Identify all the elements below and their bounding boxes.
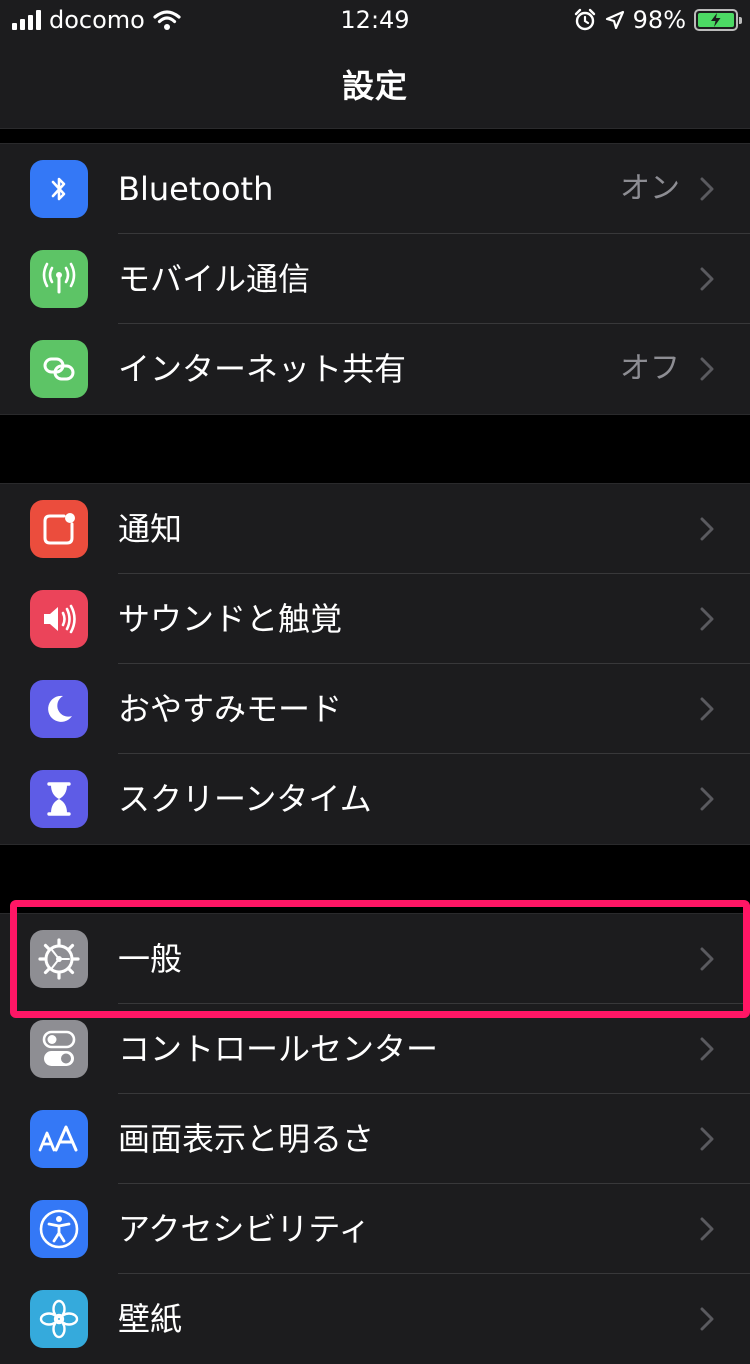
settings-row-do-not-disturb[interactable]: おやすみモード [0, 664, 750, 754]
settings-row-label: 壁紙 [118, 1300, 183, 1338]
settings-row-display-brightness[interactable]: 画面表示と明るさ [0, 1094, 750, 1184]
settings-row-label: おやすみモード [118, 690, 343, 728]
navigation-bar: 設定 [0, 40, 750, 129]
settings-row-screen-time[interactable]: スクリーンタイム [0, 754, 750, 844]
settings-row-label: インターネット共有 [118, 350, 407, 388]
battery-icon [694, 9, 742, 31]
battery-percent: 98% [632, 6, 686, 34]
antenna-icon [30, 250, 88, 308]
settings-row-sounds-haptics[interactable]: サウンドと触覚 [0, 574, 750, 664]
chevron-right-icon [696, 574, 718, 664]
chevron-right-icon [696, 1094, 718, 1184]
highlight-annotation-box [10, 900, 750, 1018]
settings-row-label: 通知 [118, 510, 183, 548]
settings-row-notifications[interactable]: 通知 [0, 484, 750, 574]
settings-row-wallpaper[interactable]: 壁紙 [0, 1274, 750, 1364]
chevron-right-icon [696, 144, 718, 234]
settings-row-mobile-data[interactable]: モバイル通信 [0, 234, 750, 324]
settings-row-label: 画面表示と明るさ [118, 1120, 375, 1158]
text-size-icon [30, 1110, 88, 1168]
settings-group-connectivity: Bluetooth オン モバイル通信 インターネット共有 オフ [0, 143, 750, 415]
chevron-right-icon [696, 234, 718, 324]
settings-group-notifications: 通知 サウンドと触覚 おやすみモード スクリーンタイム [0, 483, 750, 845]
speaker-icon [30, 590, 88, 648]
charging-bolt-icon [711, 13, 721, 27]
link-icon [30, 340, 88, 398]
settings-row-personal-hotspot[interactable]: インターネット共有 オフ [0, 324, 750, 414]
chevron-right-icon [696, 1184, 718, 1274]
settings-row-accessibility[interactable]: アクセシビリティ [0, 1184, 750, 1274]
flower-icon [30, 1290, 88, 1348]
accessibility-icon [30, 1200, 88, 1258]
settings-row-label: スクリーンタイム [118, 780, 372, 818]
settings-row-bluetooth[interactable]: Bluetooth オン [0, 144, 750, 234]
settings-row-value: オフ [620, 351, 680, 386]
moon-icon [30, 680, 88, 738]
chevron-right-icon [696, 664, 718, 754]
settings-row-label: サウンドと触覚 [118, 600, 343, 638]
settings-row-label: Bluetooth [118, 170, 274, 208]
settings-row-value: オン [620, 171, 680, 206]
chevron-right-icon [696, 1274, 718, 1364]
alarm-icon [574, 8, 595, 31]
chevron-right-icon [696, 484, 718, 574]
page-title: 設定 [341, 67, 408, 105]
settings-row-label: モバイル通信 [118, 260, 311, 298]
bluetooth-icon [30, 160, 88, 218]
settings-row-label: アクセシビリティ [118, 1210, 371, 1248]
toggles-icon [30, 1020, 88, 1078]
hourglass-icon [30, 770, 88, 828]
location-arrow-icon [605, 10, 624, 30]
status-bar: docomo 12:49 98% [0, 0, 750, 40]
notification-icon [30, 500, 88, 558]
chevron-right-icon [696, 324, 718, 414]
chevron-right-icon [696, 754, 718, 844]
